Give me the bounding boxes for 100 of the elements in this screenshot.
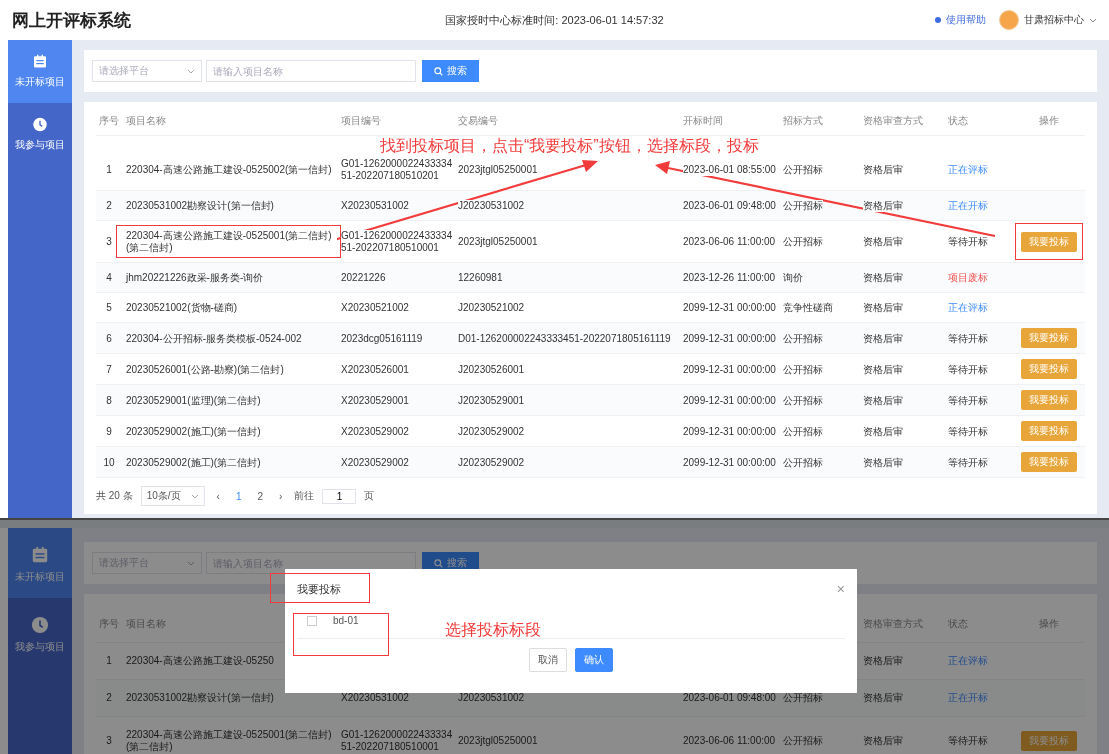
sidebar-item[interactable]: 我参与项目 (8, 103, 72, 166)
column-header: 操作 (1039, 114, 1059, 127)
bid-button[interactable]: 我要投标 (1021, 328, 1077, 348)
app-title: 网上开评标系统 (12, 9, 132, 32)
table-cell: 9 (106, 425, 112, 438)
section-label[interactable]: bd-01 (333, 615, 359, 626)
table-cell: X20230529002 (341, 456, 409, 469)
status-text: 等待开标 (948, 363, 988, 376)
table-cell: G01-126200002243333451-202207180510201 (341, 158, 454, 182)
table-cell: 公开招标 (783, 363, 823, 376)
next-page-button[interactable]: › (275, 490, 287, 502)
table-cell: X20230529001 (341, 394, 409, 407)
table-cell: 公开招标 (783, 394, 823, 407)
table-cell: 2 (106, 200, 112, 212)
table-cell: 220304-公开招标-服务类模板-0524-002 (126, 332, 302, 345)
table-cell: 20230526001(公路-勘察)(第二信封) (126, 363, 284, 376)
close-button[interactable]: × (836, 581, 845, 597)
status-text: 等待开标 (948, 425, 988, 438)
sidebar-item[interactable]: 未开标项目 (8, 40, 72, 103)
bid-button[interactable]: 我要投标 (1021, 390, 1077, 410)
search-icon (434, 66, 443, 76)
table-cell: 12260981 (458, 272, 503, 284)
column-header: 序号 (99, 115, 119, 127)
status-text: 等待开标 (948, 332, 988, 345)
table-cell: 2023jtgl05250001 (458, 164, 538, 176)
table-cell: 资格后审 (863, 425, 903, 438)
table-cell: 3 (106, 735, 112, 747)
annotation-text: 找到投标项目，点击“我要投标”按钮，选择标段，投标 (380, 137, 759, 155)
cancel-button[interactable]: 取消 (529, 648, 567, 672)
sidebar-item[interactable]: 我参与项目 (8, 598, 72, 668)
table-cell: 公开招标 (783, 332, 823, 345)
bid-button[interactable]: 我要投标 (1021, 421, 1077, 441)
table-cell: 2099-12-31 00:00:00 (683, 332, 776, 345)
table-cell: 20221226 (341, 272, 386, 284)
table-cell: D01-126200002243333451-2022071805161119 (458, 332, 671, 345)
user-name[interactable]: 甘肃招标中心 (1024, 13, 1084, 27)
confirm-button[interactable]: 确认 (575, 648, 613, 672)
table-cell: 220304-高速公路施工建设-0525001(第二信封)(第二信封) (126, 230, 337, 254)
column-header: 项目编号 (341, 115, 381, 127)
chevron-down-icon (187, 560, 195, 566)
table-cell: 资格后审 (863, 692, 903, 704)
search-button[interactable]: 搜索 (422, 60, 479, 82)
status-text: 等待开标 (948, 236, 988, 248)
bid-button[interactable]: 我要投标 (1021, 731, 1077, 751)
table-cell: 220304-高速公路施工建设-0525002(第一信封) (126, 164, 332, 176)
table-cell: 10 (103, 456, 115, 469)
table-cell: 6 (106, 332, 112, 345)
table-cell: X20230526001 (341, 363, 409, 376)
total-count: 共 20 条 (96, 489, 133, 503)
table-cell: 资格后审 (863, 655, 903, 667)
chevron-down-icon[interactable] (1089, 17, 1097, 23)
column-header: 开标时间 (683, 115, 723, 127)
table-cell: 2099-12-31 00:00:00 (683, 425, 776, 438)
page-size-select[interactable]: 10条/页 (140, 486, 205, 506)
table-cell: 询价 (783, 272, 803, 284)
sidebar-item[interactable]: 未开标项目 (8, 528, 72, 598)
page-number-field[interactable]: 1 (322, 488, 357, 504)
server-time: 国家授时中心标准时间: 2023-06-01 14:57:32 (445, 12, 664, 28)
table-cell: 2023-06-01 08:55:00 (683, 164, 776, 176)
column-header: 状态 (948, 115, 968, 127)
chevron-down-icon (187, 68, 195, 74)
avatar-icon[interactable] (999, 10, 1019, 30)
table-cell: J20230529002 (458, 425, 525, 438)
table-cell: 20230531002勘察设计(第一信封) (126, 692, 274, 704)
table-cell: J20230521002 (458, 302, 525, 314)
status-text: 正在开标 (948, 200, 988, 212)
table-cell: 4 (106, 272, 112, 284)
table-cell: 竞争性磋商 (783, 302, 833, 314)
table-cell: 资格后审 (863, 236, 903, 248)
bid-button[interactable]: 我要投标 (1021, 359, 1077, 379)
table-cell: 公开招标 (783, 425, 823, 438)
table-cell: J20230529001 (458, 394, 525, 407)
page-button[interactable]: 1 (231, 490, 246, 502)
bid-button[interactable]: 我要投标 (1021, 231, 1077, 252)
table-cell: J20230529002 (458, 456, 525, 469)
checkbox[interactable] (307, 615, 317, 626)
column-header: 招标方式 (783, 115, 823, 127)
table-cell: 资格后审 (863, 394, 903, 407)
table-cell: 8 (106, 394, 112, 407)
table-cell: 公开招标 (783, 735, 823, 747)
table-cell: J20230526001 (458, 363, 525, 376)
page-button[interactable]: 2 (253, 490, 268, 502)
table-cell: X20230521002 (341, 302, 409, 314)
table-cell: 2023-06-06 11:00:00 (683, 735, 776, 747)
platform-select[interactable]: 请选择平台 (92, 60, 202, 82)
table-cell: 2023-12-26 11:00:00 (683, 272, 776, 284)
project-name-field[interactable]: 请输入项目名称 (206, 60, 416, 82)
bid-button[interactable]: 我要投标 (1021, 452, 1077, 472)
table-cell: 2023-06-01 09:48:00 (683, 200, 776, 212)
table-cell: G01-126200002243333451-202207180510001 (341, 729, 454, 753)
table-cell: 资格后审 (863, 332, 903, 345)
table-cell: 2099-12-31 00:00:00 (683, 363, 776, 376)
table-cell: J20230531002 (458, 200, 525, 212)
help-link[interactable]: 使用帮助 (946, 13, 986, 27)
calendar-icon (30, 546, 50, 564)
dialog-title: 我要投标 (297, 581, 341, 597)
table-cell: 资格后审 (863, 200, 903, 212)
table-cell: jhm20221226政采-服务类-询价 (126, 272, 264, 284)
previous-page-button[interactable]: ‹ (212, 490, 224, 502)
table-cell: 1 (106, 655, 112, 667)
